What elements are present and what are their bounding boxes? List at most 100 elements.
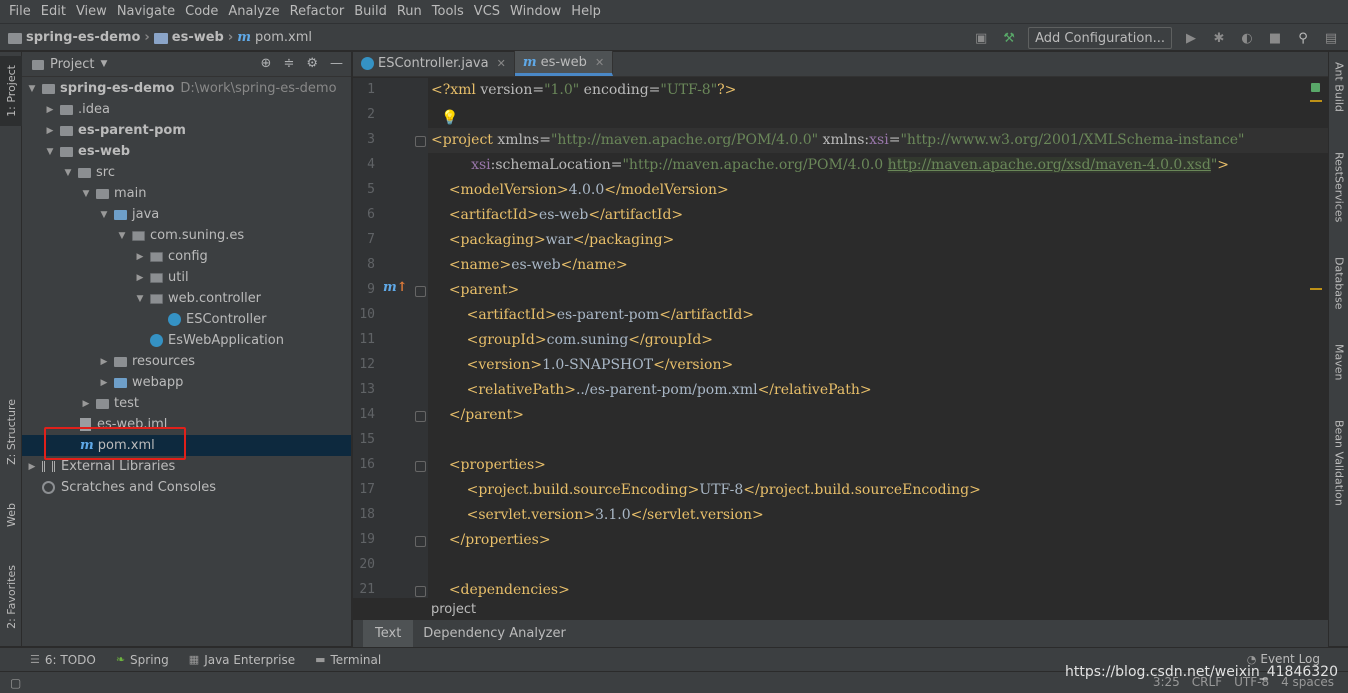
- fold-marker-icon[interactable]: [415, 286, 426, 297]
- tab-dependency-analyzer[interactable]: Dependency Analyzer: [413, 620, 576, 647]
- tree-item-idea[interactable]: ▶ .idea: [22, 99, 351, 120]
- project-view-icon: [32, 60, 44, 70]
- tree-item-eswebapplication[interactable]: EsWebApplication: [22, 330, 351, 351]
- line-number: 7: [367, 232, 375, 247]
- code-editor[interactable]: 1 2 3 4 5 6 7 8 9 10 11 12 13 14 15 16 1…: [353, 78, 1328, 598]
- inspection-ok-icon[interactable]: [1311, 83, 1320, 92]
- warning-mark[interactable]: [1310, 100, 1322, 102]
- line-number: 17: [359, 482, 375, 497]
- menu-build[interactable]: Build: [349, 0, 392, 24]
- breadcrumb-project[interactable]: spring-es-demo ›: [8, 30, 154, 45]
- hide-icon[interactable]: —: [330, 56, 343, 71]
- tab-web[interactable]: Web: [0, 492, 22, 537]
- locate-icon[interactable]: ⊕: [261, 56, 272, 71]
- fold-marker-icon[interactable]: [415, 461, 426, 472]
- tree-item-spring-es-demo[interactable]: ▼ spring-es-demo D:\work\spring-es-demo: [22, 78, 351, 99]
- collapsed-arrow-icon[interactable]: ▶: [80, 399, 92, 409]
- fold-marker-icon[interactable]: [415, 586, 426, 597]
- tree-item-com-suning-es[interactable]: ▼ com.suning.es: [22, 225, 351, 246]
- tab-text[interactable]: Text: [363, 620, 414, 647]
- breadcrumb-file[interactable]: m pom.xml: [237, 30, 312, 45]
- tab-ant-build[interactable]: Ant Build: [1329, 62, 1348, 112]
- tree-item-es-parent-pom[interactable]: ▶ es-parent-pom: [22, 120, 351, 141]
- expanded-arrow-icon[interactable]: ▼: [80, 189, 92, 199]
- tool-spring[interactable]: ❧ Spring: [116, 653, 169, 667]
- tree-label: util: [168, 270, 189, 285]
- warning-mark[interactable]: [1310, 288, 1322, 290]
- fold-marker-icon[interactable]: [415, 136, 426, 147]
- tool-todo[interactable]: ☰ 6: TODO: [30, 653, 96, 667]
- tree-item-resources[interactable]: ▶ resources: [22, 351, 351, 372]
- expanded-arrow-icon[interactable]: ▼: [62, 168, 74, 178]
- search-icon[interactable]: ⚲: [1294, 29, 1312, 47]
- tree-item-webapp[interactable]: ▶ webapp: [22, 372, 351, 393]
- tab-es-web[interactable]: m es-web ✕: [514, 51, 614, 76]
- fold-marker-icon[interactable]: [415, 536, 426, 547]
- code-area[interactable]: <?xml version="1.0" encoding="UTF-8"?> <…: [428, 78, 1328, 598]
- expanded-arrow-icon[interactable]: ▼: [98, 210, 110, 220]
- collapsed-arrow-icon[interactable]: ▶: [26, 462, 38, 472]
- tree-item-util[interactable]: ▶ util: [22, 267, 351, 288]
- menu-file[interactable]: File: [4, 0, 36, 24]
- tree-item-escontroller[interactable]: ESController: [22, 309, 351, 330]
- tab-database[interactable]: Database: [1329, 257, 1348, 310]
- expanded-arrow-icon[interactable]: ▼: [116, 231, 128, 241]
- chevron-down-icon[interactable]: ▼: [100, 59, 107, 69]
- tool-terminal[interactable]: ▬ Terminal: [315, 653, 381, 667]
- toggle-tool-windows-icon[interactable]: ▢: [10, 676, 21, 690]
- collapsed-arrow-icon[interactable]: ▶: [134, 252, 146, 262]
- build-hammer-icon[interactable]: ⚒: [1000, 29, 1018, 47]
- project-view-selector[interactable]: Project: [50, 57, 94, 72]
- stop-icon[interactable]: ■: [1266, 29, 1284, 47]
- expanded-arrow-icon[interactable]: ▼: [44, 147, 56, 157]
- debug-icon[interactable]: ✱: [1210, 29, 1228, 47]
- menu-edit[interactable]: Edit: [36, 0, 71, 24]
- tree-item-web-controller[interactable]: ▼ web.controller: [22, 288, 351, 309]
- close-icon[interactable]: ✕: [595, 56, 604, 69]
- maven-parent-gutter-icon[interactable]: m↑: [383, 280, 408, 295]
- tree-item-config[interactable]: ▶ config: [22, 246, 351, 267]
- menu-window[interactable]: Window: [505, 0, 566, 24]
- collapse-all-icon[interactable]: ≑: [283, 56, 294, 71]
- tab-structure[interactable]: Z: Structure: [0, 392, 22, 472]
- collapsed-arrow-icon[interactable]: ▶: [44, 126, 56, 136]
- menu-code[interactable]: Code: [180, 0, 223, 24]
- add-configuration-button[interactable]: Add Configuration...: [1028, 27, 1172, 49]
- tab-favorites[interactable]: 2: Favorites: [0, 552, 22, 642]
- menu-navigate[interactable]: Navigate: [112, 0, 180, 24]
- tree-item-scratches[interactable]: Scratches and Consoles: [22, 477, 351, 498]
- tree-item-es-web[interactable]: ▼ es-web: [22, 141, 351, 162]
- coverage-icon[interactable]: ◐: [1238, 29, 1256, 47]
- menu-help[interactable]: Help: [566, 0, 606, 24]
- menu-vcs[interactable]: VCS: [469, 0, 505, 24]
- gear-icon[interactable]: ⚙: [306, 56, 318, 71]
- run-icon[interactable]: ▶: [1182, 29, 1200, 47]
- menu-run[interactable]: Run: [392, 0, 427, 24]
- tree-item-src[interactable]: ▼ src: [22, 162, 351, 183]
- collapsed-arrow-icon[interactable]: ▶: [98, 378, 110, 388]
- expanded-arrow-icon[interactable]: ▼: [26, 84, 38, 94]
- menu-view[interactable]: View: [71, 0, 112, 24]
- close-icon[interactable]: ✕: [497, 57, 506, 70]
- tree-item-java[interactable]: ▼ java: [22, 204, 351, 225]
- tab-rest-services[interactable]: RestServices: [1329, 152, 1348, 222]
- tab-project[interactable]: 1: Project: [0, 56, 22, 126]
- breadcrumb-module[interactable]: es-web ›: [153, 30, 237, 45]
- tree-item-main[interactable]: ▼ main: [22, 183, 351, 204]
- expanded-arrow-icon[interactable]: ▼: [134, 294, 146, 304]
- project-structure-icon[interactable]: ▣: [972, 29, 990, 47]
- menu-refactor[interactable]: Refactor: [285, 0, 350, 24]
- tab-bean-validation[interactable]: Bean Validation: [1329, 420, 1348, 506]
- collapsed-arrow-icon[interactable]: ▶: [134, 273, 146, 283]
- tab-maven[interactable]: Maven: [1329, 344, 1348, 380]
- breadcrumb-project-tag[interactable]: project: [431, 602, 476, 617]
- tool-java-enterprise[interactable]: ▦ Java Enterprise: [189, 653, 295, 667]
- fold-marker-icon[interactable]: [415, 411, 426, 422]
- settings-icon[interactable]: ▤: [1322, 29, 1340, 47]
- collapsed-arrow-icon[interactable]: ▶: [98, 357, 110, 367]
- menu-tools[interactable]: Tools: [427, 0, 469, 24]
- collapsed-arrow-icon[interactable]: ▶: [44, 105, 56, 115]
- tab-escontroller[interactable]: ESController.java ✕: [353, 51, 515, 76]
- menu-analyze[interactable]: Analyze: [223, 0, 284, 24]
- tree-item-test[interactable]: ▶ test: [22, 393, 351, 414]
